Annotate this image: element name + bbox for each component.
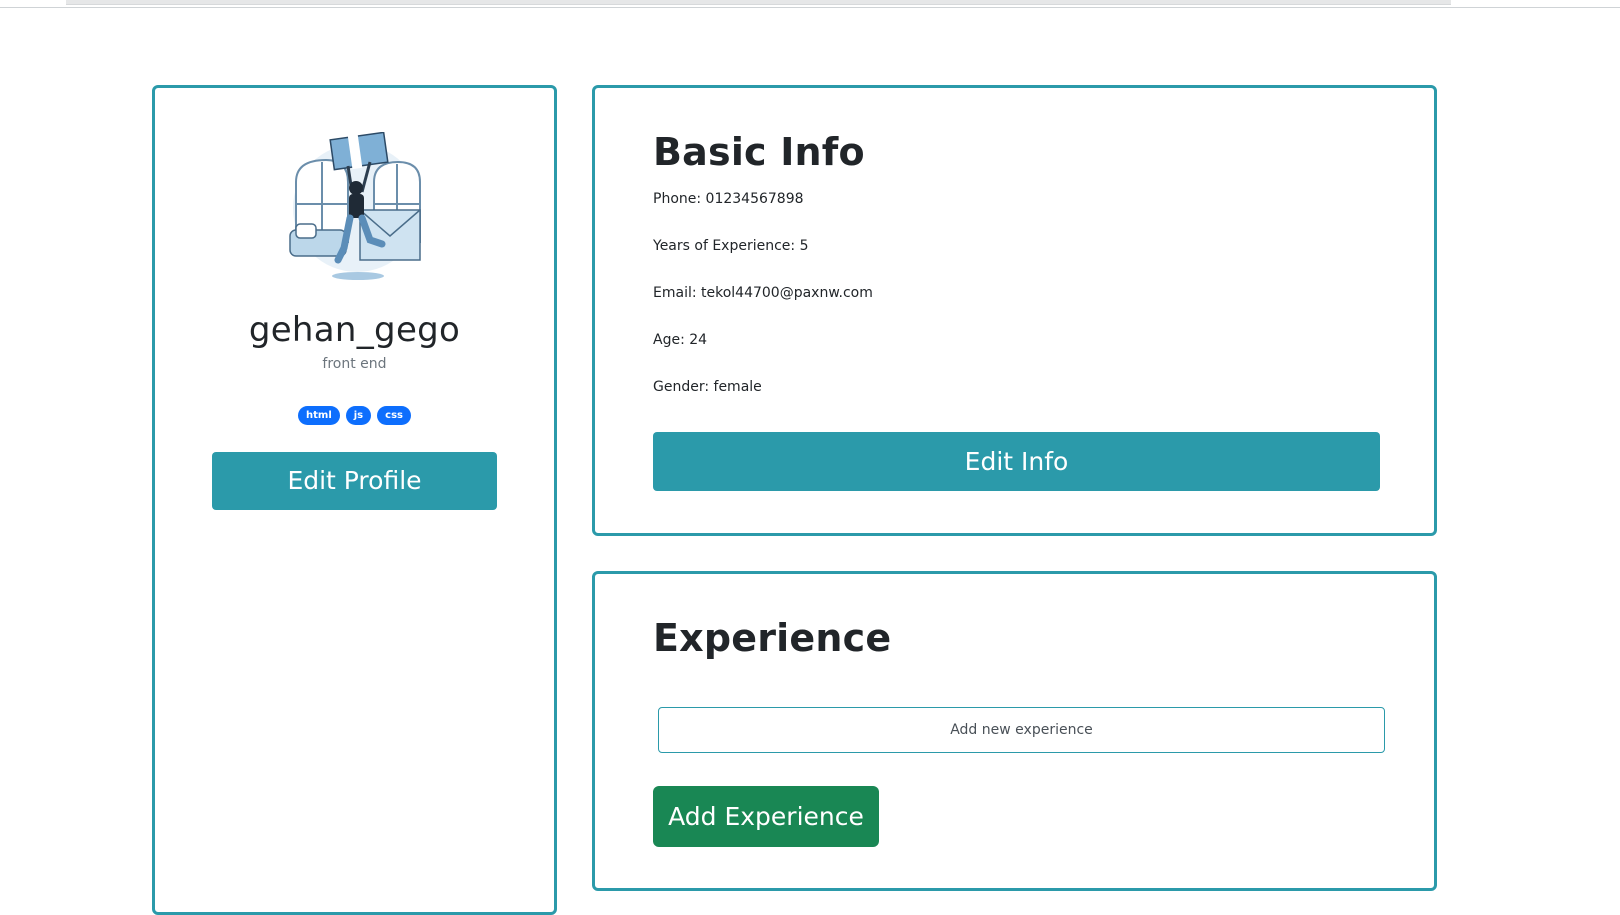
- browser-top-bar: [0, 0, 1620, 8]
- add-experience-button[interactable]: Add Experience: [653, 786, 879, 847]
- email-text: Email: tekol44700@paxnw.com: [653, 285, 873, 301]
- skill-tag: css: [377, 406, 411, 425]
- phone-text: Phone: 01234567898: [653, 191, 804, 207]
- person-jumping-illustration-icon: [289, 131, 421, 280]
- age-text: Age: 24: [653, 332, 708, 348]
- edit-info-button[interactable]: Edit Info: [653, 432, 1380, 491]
- new-experience-input[interactable]: [658, 707, 1385, 753]
- basic-info-card: Basic Info Phone: 01234567898 Years of E…: [592, 85, 1437, 536]
- years-experience-text: Years of Experience: 5: [653, 238, 809, 254]
- basic-info-title: Basic Info: [653, 130, 865, 174]
- skill-tags: html js css: [155, 406, 554, 425]
- username: gehan_gego: [248, 310, 461, 350]
- edit-profile-button[interactable]: Edit Profile: [212, 452, 497, 510]
- experience-card: Experience Add Experience: [592, 571, 1437, 891]
- experience-title: Experience: [653, 616, 892, 660]
- profile-card: gehan_gego front end html js css Edit Pr…: [152, 85, 557, 915]
- avatar: [286, 131, 428, 282]
- gender-text: Gender: female: [653, 379, 762, 395]
- skill-tag: js: [345, 406, 372, 425]
- skill-tag: html: [298, 406, 340, 425]
- browser-top-strip: [66, 0, 1451, 5]
- user-role: front end: [322, 356, 387, 372]
